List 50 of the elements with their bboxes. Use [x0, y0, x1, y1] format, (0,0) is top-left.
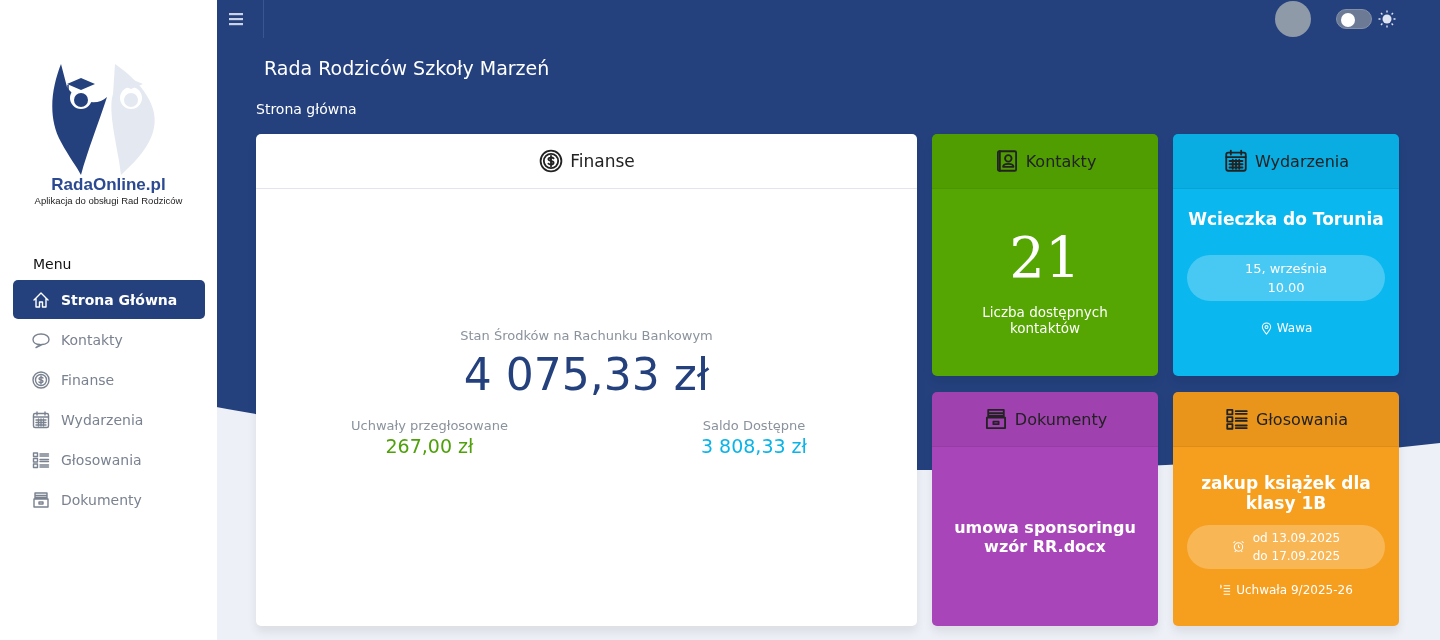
- coin-icon: [538, 148, 565, 174]
- vote-title: zakup książek dla klasy 1B: [1201, 472, 1371, 513]
- logo-text: RadaOnline.pl: [51, 175, 166, 195]
- page-title: Rada Rodziców Szkoły Marzeń: [264, 57, 551, 79]
- stat-amount: 3 808,33 zł: [700, 435, 807, 457]
- sidebar-item[interactable]: Wydarzenia: [13, 400, 205, 439]
- breadcrumb: Strona główna: [256, 101, 358, 117]
- sidebar-item[interactable]: Głosowania: [13, 440, 205, 479]
- sidebar-item[interactable]: Dokumenty: [13, 480, 205, 519]
- coin-icon: [31, 369, 51, 390]
- location-pin-icon: [1259, 321, 1273, 335]
- calendar-icon: [1222, 148, 1249, 174]
- checklist-icon: [31, 449, 51, 470]
- calendar-icon: [31, 409, 51, 430]
- tile-title: Dokumenty: [1014, 409, 1108, 429]
- card-title: Finanse: [570, 151, 635, 171]
- sun-icon: [1378, 10, 1396, 28]
- contacts-tile[interactable]: Kontakty 21 Liczba dostępnych kontaktów: [932, 134, 1158, 376]
- contact-count: 21: [1009, 229, 1081, 286]
- logo-tagline: Aplikacja do obsługi Rad Rodziców: [34, 195, 183, 206]
- tile-title: Kontakty: [1025, 151, 1097, 171]
- vote-tile[interactable]: Głosowania zakup książek dla klasy 1B od 13.09.2025 do 17.09.2025 Uchwała 9/2025-26: [1173, 392, 1399, 626]
- event-date: 15, września: [1244, 261, 1328, 276]
- event-time: 10.00: [1267, 280, 1305, 295]
- stat-label: Saldo Dostępne: [702, 418, 806, 433]
- theme-toggle[interactable]: [1336, 9, 1372, 29]
- event-tile[interactable]: Wydarzenia Wcieczka do Torunia 15, września 10.00 Wawa: [1173, 134, 1399, 376]
- alarm-clock-icon: [1231, 540, 1245, 553]
- sidebar-item[interactable]: Finanse: [13, 360, 205, 399]
- event-place: Wawa: [1276, 321, 1313, 335]
- resolution-number: Uchwała 9/2025-26: [1236, 582, 1353, 597]
- event-name: Wcieczka do Torunia: [1188, 209, 1384, 229]
- document-name[interactable]: umowa sponsoringu wzór RR.docx: [945, 517, 1145, 556]
- count-caption: Liczba dostępnych kontaktów: [981, 303, 1109, 336]
- sidebar-item[interactable]: Kontakty: [13, 320, 205, 359]
- list-icon: [1219, 583, 1233, 596]
- tile-title: Głosowania: [1255, 409, 1349, 429]
- end-date: do 17.09.2025: [1252, 548, 1341, 563]
- balance-label: Stan Środków na Rachunku Bankowym: [460, 328, 713, 343]
- balance-amount: 4 075,33 zł: [463, 349, 710, 400]
- start-date: od 13.09.2025: [1252, 530, 1341, 545]
- tile-title: Wydarzenia: [1254, 151, 1350, 171]
- file-drawer-icon: [31, 489, 51, 510]
- menu-heading: Menu: [33, 256, 73, 272]
- stat-label: Uchwały przegłosowane: [351, 418, 508, 433]
- sidebar-item[interactable]: Strona Główna: [13, 280, 205, 319]
- stat-amount: 267,00 zł: [385, 435, 474, 457]
- document-tile[interactable]: Dokumenty umowa sponsoringu wzór RR.docx: [932, 392, 1158, 626]
- checklist-icon: [1223, 406, 1250, 432]
- menu-icon[interactable]: [229, 12, 243, 26]
